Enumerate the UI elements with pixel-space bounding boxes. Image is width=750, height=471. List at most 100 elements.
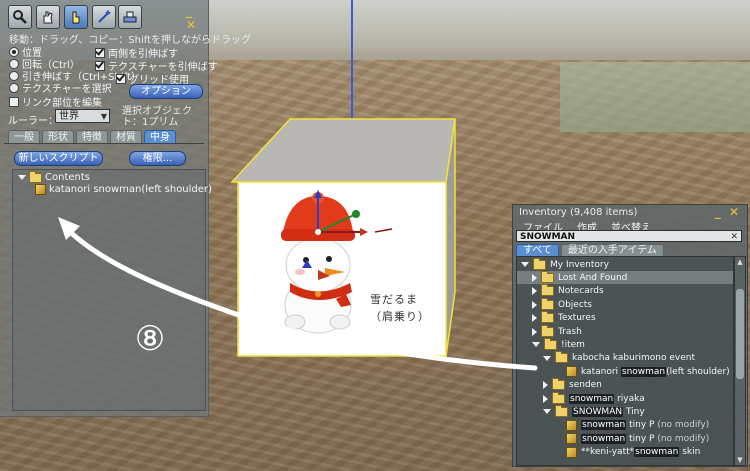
label-prefix: katanori <box>581 366 621 377</box>
tool-panel-window-controls[interactable]: _ ✕ <box>186 4 208 32</box>
folder-icon <box>533 257 546 270</box>
contents-item-label: katanori snowman(left shoulder) <box>49 184 212 195</box>
inventory-scrollbar[interactable]: ▲ ▼ <box>734 256 746 466</box>
inventory-row-label: senden <box>569 380 602 391</box>
folder-icon <box>544 337 557 350</box>
folder-icon <box>541 270 554 283</box>
inventory-row[interactable]: Objects <box>517 297 733 311</box>
search-match-highlight: snowman <box>620 366 667 377</box>
radio-rotate[interactable] <box>9 58 19 69</box>
build-tabs: 一般 形状 特徴 材質 中身 <box>8 130 176 144</box>
inventory-row[interactable]: snowman riyaka <box>517 391 733 405</box>
collapse-arrow-icon[interactable] <box>543 394 548 403</box>
tab-shape[interactable]: 形状 <box>42 130 74 144</box>
inventory-row[interactable]: kabocha kaburimono event <box>517 351 733 365</box>
inventory-title: Inventory (9,408 items) <box>519 207 638 218</box>
inventory-row[interactable]: Trash <box>517 324 733 338</box>
clear-search-icon[interactable]: ✕ <box>730 231 738 243</box>
label-suffix: skin <box>679 447 701 458</box>
inventory-row-label: Trash <box>558 326 582 337</box>
object-icon <box>566 446 577 458</box>
tab-general[interactable]: 一般 <box>8 130 40 144</box>
stretch-both-sides-checkbox[interactable] <box>95 47 105 58</box>
grab-tool-button[interactable] <box>36 5 60 29</box>
folder-icon <box>552 378 565 391</box>
object-icon <box>35 184 46 195</box>
contents-folder-row[interactable]: Contents <box>18 170 90 183</box>
land-tool-icon <box>123 11 137 23</box>
expand-arrow-icon[interactable] <box>18 175 26 180</box>
collapse-arrow-icon[interactable] <box>532 314 537 323</box>
inventory-row[interactable]: senden <box>517 378 733 392</box>
radio-stretch[interactable] <box>9 70 19 81</box>
inventory-row[interactable]: My Inventory <box>517 257 733 271</box>
inventory-row-label: snowman tiny P (no modify) <box>581 420 709 431</box>
radio-position[interactable] <box>9 46 19 57</box>
folder-icon <box>541 324 554 337</box>
zoom-tool-button[interactable] <box>8 5 32 29</box>
use-grid-checkbox[interactable] <box>116 73 126 84</box>
search-match-highlight: snowman <box>569 393 615 404</box>
inventory-row[interactable]: katanori snowman(left shoulder) <box>517 365 733 378</box>
edit-linked-parts-checkbox[interactable] <box>9 96 19 107</box>
tab-divider <box>4 143 204 144</box>
label-prefix: **keni-yatt* <box>581 447 635 458</box>
collapse-arrow-icon[interactable] <box>543 381 548 390</box>
collapse-arrow-icon[interactable] <box>532 327 537 336</box>
inventory-row[interactable]: snowman tiny P (no modify) <box>517 432 733 445</box>
permissions-button[interactable]: 権限... <box>129 151 186 166</box>
scroll-down-icon[interactable]: ▼ <box>736 456 744 464</box>
zoom-tool-icon <box>13 10 27 24</box>
sign-line-2: （肩乗り） <box>370 310 430 323</box>
tab-texture[interactable]: 材質 <box>110 130 142 144</box>
collapse-arrow-icon[interactable] <box>532 287 537 296</box>
expand-arrow-icon[interactable] <box>532 342 540 348</box>
scroll-up-icon[interactable]: ▲ <box>736 258 744 266</box>
inventory-row-label: Textures <box>558 313 596 324</box>
inventory-row[interactable]: snowman tiny P (no modify) <box>517 419 733 432</box>
mode-select-texture-option[interactable]: テクスチャーを選択 <box>9 80 112 95</box>
object-contents-list[interactable]: Contents katanori snowman(left shoulder) <box>12 169 212 411</box>
collapse-arrow-icon[interactable] <box>532 273 537 282</box>
expand-arrow-icon[interactable] <box>543 355 551 361</box>
inventory-row[interactable]: SNOWMAN Tiny <box>517 404 733 418</box>
selected-objects-note: 選択オブジェクト：1プリム <box>122 106 192 128</box>
collapse-arrow-icon[interactable] <box>532 300 537 309</box>
stretch-textures-checkbox[interactable] <box>95 60 105 71</box>
inventory-row[interactable]: **keni-yatt*snowman skin <box>517 446 733 459</box>
options-button[interactable]: オプション <box>129 84 203 99</box>
inventory-row-label: SNOWMAN Tiny <box>572 406 645 417</box>
mode-select-texture-label: テクスチャーを選択 <box>22 84 112 95</box>
new-script-button[interactable]: 新しいスクリプト <box>14 151 103 166</box>
chevron-down-icon: ▼ <box>100 112 107 121</box>
inventory-window: Inventory (9,408 items) _ ✕ ファイル 作成 並べ替え… <box>512 204 748 467</box>
label-suffix: tiny P <box>626 433 655 444</box>
step-number-label: ⑧ <box>134 319 166 359</box>
inventory-tree[interactable]: My Inventory Lost And Found Notecards Objec… <box>516 256 734 466</box>
label-suffix: Tiny <box>623 406 645 417</box>
contents-item-row[interactable]: katanori snowman(left shoulder) <box>35 184 212 195</box>
inventory-search-input[interactable]: SNOWMAN ✕ <box>516 230 742 242</box>
permission-note: (no modify) <box>654 433 710 444</box>
sign-line-1: 雪だるま <box>370 293 418 306</box>
ruler-select[interactable]: 世界 ▼ <box>55 109 110 123</box>
inventory-row[interactable]: Textures <box>517 311 733 325</box>
object-icon <box>566 366 577 378</box>
tab-features[interactable]: 特徴 <box>76 130 108 144</box>
inventory-window-controls[interactable]: _ ✕ <box>715 205 741 219</box>
folder-icon <box>541 311 554 324</box>
inventory-row[interactable]: Notecards <box>517 284 733 298</box>
inventory-row[interactable]: Lost And Found <box>517 270 733 285</box>
scroll-thumb[interactable] <box>736 289 744 379</box>
tab-content[interactable]: 中身 <box>144 130 176 144</box>
inventory-row[interactable]: !item <box>517 337 733 351</box>
edit-linked-parts-option[interactable]: リンク部位を編集 <box>9 94 102 109</box>
radio-select-texture[interactable] <box>9 82 19 93</box>
edit-tool-button[interactable] <box>64 5 88 29</box>
folder-icon <box>555 351 568 364</box>
expand-arrow-icon[interactable] <box>543 409 551 415</box>
create-tool-button[interactable] <box>92 5 116 29</box>
land-tool-button[interactable] <box>118 5 142 29</box>
object-icon <box>566 433 577 445</box>
expand-arrow-icon[interactable] <box>521 262 529 267</box>
